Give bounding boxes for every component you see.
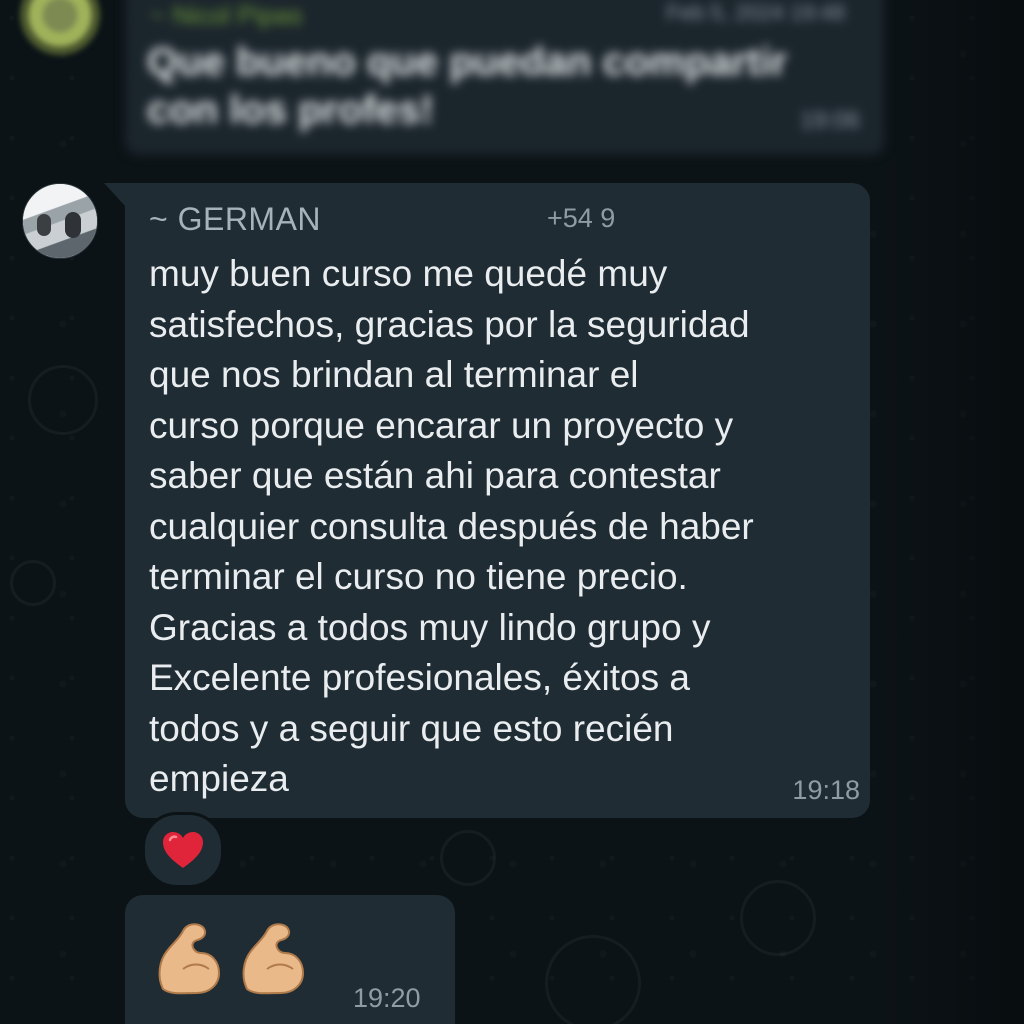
- previous-sender-avatar[interactable]: [20, 0, 100, 55]
- flexed-biceps-icon: [158, 923, 221, 995]
- emoji-message-bubble[interactable]: 19:20: [125, 895, 455, 1024]
- previous-message-bubble[interactable]: ~ Nicol Pipas Feb 5, 2024 19:48 Que buen…: [125, 0, 885, 155]
- message-time: 19:18: [792, 775, 860, 805]
- previous-message-date: Feb 5, 2024 19:48: [666, 0, 845, 25]
- previous-message-text: Que bueno que puedan compartir con los p…: [147, 40, 788, 132]
- bubble-tail: [104, 183, 126, 207]
- message-text: muy buen curso me quedé muy satisfechos,…: [149, 253, 754, 799]
- emoji-message-time: 19:20: [353, 983, 421, 1013]
- reaction-badge[interactable]: [142, 812, 224, 888]
- edge-shade: [874, 0, 1024, 1024]
- flexed-biceps-icon: [242, 923, 305, 995]
- sender-phone: +54 9: [547, 203, 616, 233]
- sender-name[interactable]: ~ GERMAN: [149, 201, 321, 238]
- sender-avatar[interactable]: [22, 183, 98, 259]
- chat-window: ~ Nicol Pipas Feb 5, 2024 19:48 Que buen…: [0, 0, 1024, 1024]
- previous-sender-name: ~ Nicol Pipas: [150, 0, 303, 30]
- previous-message-time: 19:06: [799, 107, 860, 134]
- heart-icon: [163, 832, 203, 868]
- message-bubble[interactable]: ~ GERMAN +54 9 muy buen curso me quedé m…: [125, 183, 870, 818]
